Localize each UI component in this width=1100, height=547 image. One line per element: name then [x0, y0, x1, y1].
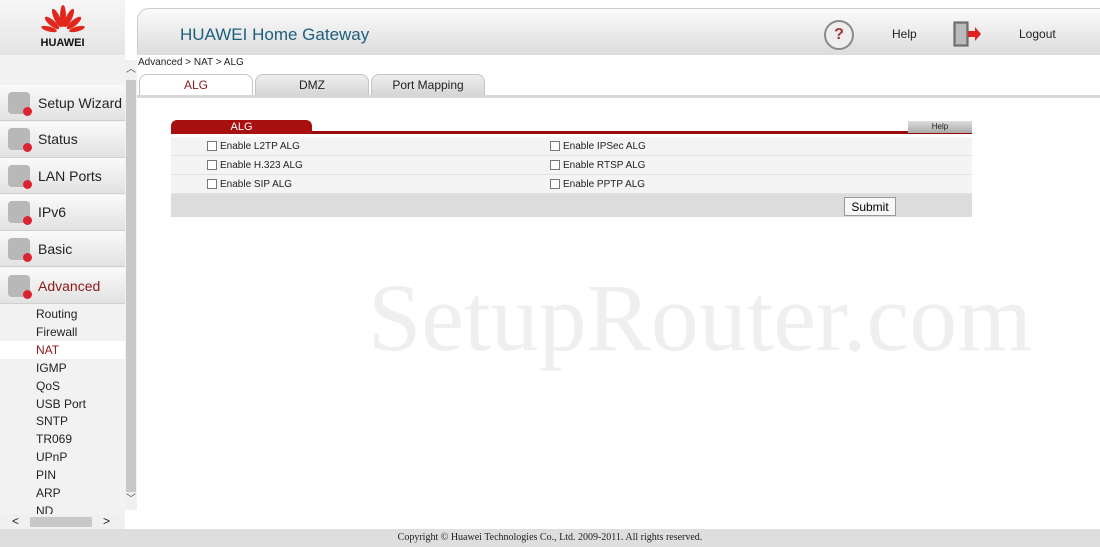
option-5[interactable]: Enable PPTP ALG — [550, 179, 893, 190]
option-row: Enable H.323 ALG Enable RTSP ALG — [171, 156, 972, 175]
footer-copyright: Copyright © Huawei Technologies Co., Ltd… — [0, 529, 1100, 547]
setup-wizard-icon — [8, 91, 32, 116]
option-label: Enable IPSec ALG — [563, 140, 646, 152]
option-0[interactable]: Enable L2TP ALG — [207, 141, 550, 152]
sidebar-item-basic[interactable]: Basic — [0, 231, 125, 268]
sidebar-item-label: Advanced — [38, 277, 101, 294]
submenu-item-pin[interactable]: PIN — [0, 466, 125, 484]
submenu-item-nat[interactable]: NAT — [0, 340, 125, 359]
sidebar-item-label: LAN Ports — [38, 167, 102, 184]
option-label: Enable RTSP ALG — [563, 159, 646, 171]
panel-help-button[interactable]: Help — [908, 121, 972, 133]
lan-ports-icon — [8, 164, 32, 189]
scroll-up-icon[interactable]: ︿ — [125, 60, 137, 75]
checkbox[interactable] — [207, 179, 217, 189]
scroll-right-icon[interactable]: > — [103, 514, 110, 528]
option-label: Enable L2TP ALG — [220, 140, 300, 152]
panel-title: ALG — [171, 120, 312, 134]
scroll-thumb[interactable] — [30, 517, 92, 527]
help-link[interactable]: Help — [892, 27, 917, 41]
sidebar-item-label: Basic — [38, 240, 73, 257]
status-icon — [8, 128, 32, 153]
submit-button[interactable]: Submit — [844, 197, 896, 216]
submenu-item-upnp[interactable]: UPnP — [0, 448, 125, 466]
logout-link[interactable]: Logout — [1019, 27, 1056, 41]
exit-door-icon[interactable] — [952, 21, 982, 47]
sidebar-item-label: Status — [38, 131, 78, 148]
sidebar-item-label: Setup Wizard — [38, 94, 123, 111]
option-label: Enable H.323 ALG — [220, 159, 303, 171]
option-label: Enable SIP ALG — [220, 178, 293, 190]
submenu-item-sntp[interactable]: SNTP — [0, 412, 125, 430]
checkbox[interactable] — [550, 141, 560, 151]
breadcrumb: Advanced > NAT > ALG — [138, 57, 244, 68]
sidebar-item-setup-wizard[interactable]: Setup Wizard — [0, 85, 125, 121]
sidebar-item-label: IPv6 — [38, 204, 67, 221]
sidebar-item-advanced[interactable]: Advanced — [0, 268, 125, 304]
option-row: Enable L2TP ALG Enable IPSec ALG — [171, 137, 972, 156]
scroll-left-icon[interactable]: < — [12, 514, 19, 528]
option-1[interactable]: Enable IPSec ALG — [550, 141, 893, 152]
tab-underline — [137, 95, 1100, 98]
submenu-item-igmp[interactable]: IGMP — [0, 359, 125, 377]
logo-text: HUAWEI — [40, 37, 85, 49]
tab-dmz[interactable]: DMZ — [255, 74, 369, 95]
app-title: HUAWEI Home Gateway — [180, 25, 370, 44]
checkbox[interactable] — [550, 160, 560, 170]
sidebar-item-status[interactable]: Status — [0, 121, 125, 158]
submenu-item-qos[interactable]: QoS — [0, 377, 125, 395]
checkbox[interactable] — [207, 160, 217, 170]
sidebar-vertical-scrollbar[interactable]: ︿ ﹀ — [125, 60, 137, 510]
watermark: SetupRouter.com — [368, 264, 1032, 371]
huawei-petals-icon — [40, 5, 85, 33]
submenu-item-tr069[interactable]: TR069 — [0, 430, 125, 448]
advanced-icon — [8, 274, 32, 299]
alg-panel: ALG Help Enable L2TP ALG Enable IPSec ALG… — [171, 120, 972, 217]
option-2[interactable]: Enable H.323 ALG — [207, 160, 550, 171]
checkbox[interactable] — [207, 141, 217, 151]
option-4[interactable]: Enable SIP ALG — [207, 179, 550, 190]
scroll-thumb[interactable] — [126, 80, 136, 492]
submenu-item-arp[interactable]: ARP — [0, 484, 125, 502]
tab-port-mapping[interactable]: Port Mapping — [371, 74, 485, 95]
option-row: Enable SIP ALG Enable PPTP ALG — [171, 175, 972, 194]
submenu-item-firewall[interactable]: Firewall — [0, 323, 125, 341]
sidebar-item-ipv6[interactable]: IPv6 — [0, 194, 125, 231]
checkbox[interactable] — [550, 179, 560, 189]
scroll-down-icon[interactable]: ﹀ — [125, 490, 137, 505]
tab-alg[interactable]: ALG — [139, 74, 253, 95]
option-3[interactable]: Enable RTSP ALG — [550, 160, 893, 171]
basic-icon — [8, 237, 32, 262]
submenu-item-routing[interactable]: Routing — [0, 305, 125, 323]
question-icon[interactable]: ? — [824, 20, 854, 50]
sidebar-item-lan-ports[interactable]: LAN Ports — [0, 158, 125, 195]
sidebar-horizontal-scrollbar[interactable]: < > — [0, 514, 125, 529]
header: HUAWEI Home Gateway ? Help Logout — [137, 8, 1100, 55]
ipv6-icon — [8, 201, 32, 226]
huawei-logo: HUAWEI — [0, 0, 125, 55]
submenu-item-usb-port[interactable]: USB Port — [0, 395, 125, 413]
option-label: Enable PPTP ALG — [563, 178, 646, 190]
